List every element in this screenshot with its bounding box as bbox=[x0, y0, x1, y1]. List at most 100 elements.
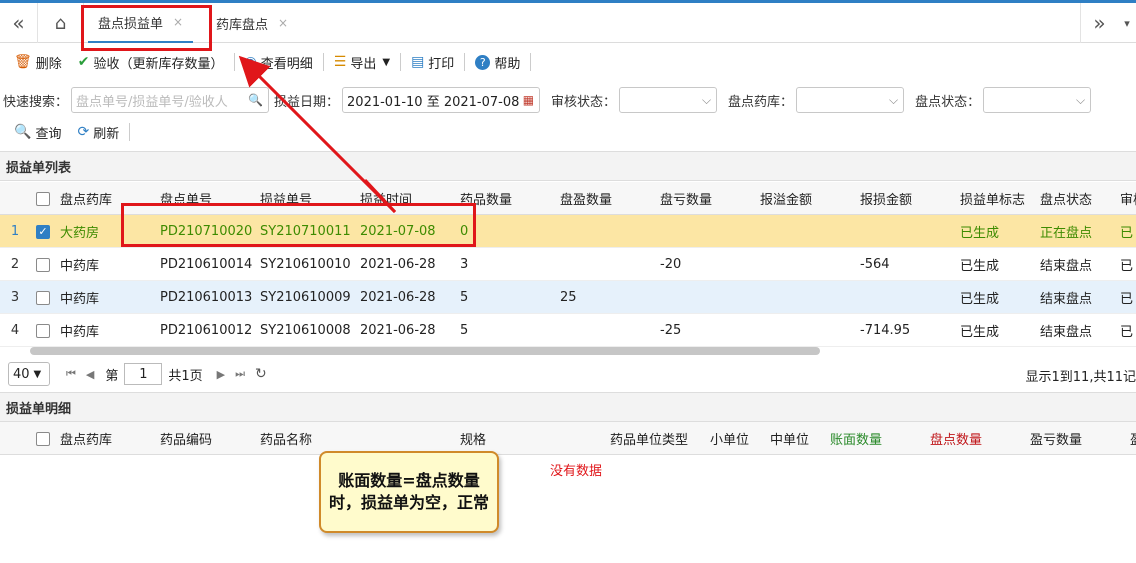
col-header[interactable]: 盘点数量 bbox=[930, 422, 982, 455]
table-row[interactable]: 3 中药库 PD210610013 SY210610009 2021-06-28… bbox=[0, 281, 1136, 314]
cell: 已 bbox=[1120, 259, 1134, 274]
horizontal-scrollbar[interactable] bbox=[30, 347, 820, 355]
cell: 2021-06-28 bbox=[360, 323, 436, 338]
col-header[interactable]: 药品名称 bbox=[260, 422, 312, 455]
close-icon[interactable]: × bbox=[278, 16, 288, 30]
delete-label: 删除 bbox=[35, 56, 62, 72]
annotation-highlight-row bbox=[121, 203, 476, 247]
printer-icon: ▤ bbox=[411, 54, 425, 70]
view-detail-button[interactable]: ◉ 查看明细 bbox=[237, 49, 321, 75]
calendar-icon: ▦ bbox=[522, 93, 535, 107]
select-all-checkbox[interactable] bbox=[36, 182, 54, 215]
pharmacy-select[interactable]: ⌵ bbox=[796, 87, 905, 113]
col-header[interactable]: 中单位 bbox=[770, 422, 809, 455]
table-row[interactable]: 2 中药库 PD210610014 SY210610010 2021-06-28… bbox=[0, 248, 1136, 281]
col-header[interactable]: 小单位 bbox=[710, 422, 749, 455]
col-header[interactable]: 报溢金额 bbox=[760, 182, 812, 215]
reload-icon[interactable]: ↻ bbox=[255, 366, 267, 382]
col-header[interactable]: 盘亏数量 bbox=[660, 182, 712, 215]
chevron-down-icon: ▼ bbox=[33, 368, 42, 380]
tab-warehouse-inventory[interactable]: 药库盘点 × bbox=[206, 3, 298, 43]
search-actions: 🔍 查询 ⟳ 刷新 bbox=[0, 118, 132, 146]
annotation-highlight-tab bbox=[81, 5, 212, 51]
help-button[interactable]: ? 帮助 bbox=[467, 49, 528, 75]
page-summary: 显示1到11,共11记 bbox=[1025, 370, 1136, 385]
cell: -714.95 bbox=[860, 323, 911, 338]
divider bbox=[322, 53, 324, 71]
verify-button[interactable]: ✔ 验收（更新库存数量） bbox=[70, 49, 232, 75]
quick-search-input[interactable]: 盘点单号/损益单号/验收人 🔍 bbox=[71, 87, 270, 113]
last-page-icon[interactable]: ⏭ bbox=[235, 367, 245, 381]
col-header[interactable]: 报损金额 bbox=[860, 182, 912, 215]
table-row[interactable]: 4 中药库 PD210610012 SY210610008 2021-06-28… bbox=[0, 314, 1136, 347]
help-label: 帮助 bbox=[494, 56, 521, 72]
col-header[interactable]: 药品编码 bbox=[160, 422, 212, 455]
row-number: 3 bbox=[10, 290, 20, 305]
tab-label: 药库盘点 bbox=[216, 17, 269, 33]
first-page-icon[interactable]: ⏮ bbox=[66, 367, 76, 381]
page-size-select[interactable]: 40 ▼ bbox=[8, 362, 50, 386]
magnifier-icon: 🔍 bbox=[14, 124, 32, 140]
cell: -564 bbox=[860, 257, 890, 272]
page-prefix: 第 bbox=[105, 368, 119, 384]
col-header[interactable]: 盘点药库 bbox=[60, 182, 112, 215]
home-icon[interactable]: ⌂ bbox=[38, 3, 84, 43]
inventory-status-label: 盘点状态： bbox=[915, 94, 981, 110]
verify-label: 验收（更新库存数量） bbox=[93, 56, 224, 72]
prev-page-icon[interactable]: ◀ bbox=[86, 368, 94, 381]
chevron-down-icon: ⌵ bbox=[888, 92, 899, 107]
cell: 已生成 bbox=[960, 226, 1000, 241]
chevron-down-icon[interactable]: ▾ bbox=[1118, 3, 1136, 43]
export-button[interactable]: ☰ 导出 ▼ bbox=[326, 49, 398, 75]
scroll-left-icon[interactable]: « bbox=[0, 3, 38, 43]
next-page-icon[interactable]: ▶ bbox=[217, 368, 225, 381]
page-size-value: 40 bbox=[13, 366, 30, 382]
col-header[interactable]: 盘点状态 bbox=[1040, 182, 1092, 215]
row-checkbox[interactable] bbox=[36, 314, 50, 347]
cell: 已 bbox=[1120, 292, 1134, 307]
print-button[interactable]: ▤ 打印 bbox=[403, 49, 462, 75]
query-label: 查询 bbox=[35, 126, 62, 142]
date-range-input[interactable]: 2021-01-10 至 2021-07-08 ▦ bbox=[342, 87, 541, 113]
cell: 2021-06-28 bbox=[360, 290, 436, 305]
select-all-checkbox[interactable] bbox=[36, 422, 50, 455]
refresh-icon: ⟳ bbox=[77, 124, 90, 140]
col-header[interactable]: 损益单标志 bbox=[960, 182, 1025, 215]
row-checkbox[interactable] bbox=[36, 281, 50, 314]
col-header[interactable]: 账面数量 bbox=[830, 422, 882, 455]
cell: SY210610009 bbox=[260, 290, 351, 305]
col-header[interactable]: 盘点药库 bbox=[60, 422, 112, 455]
cell: 已生成 bbox=[960, 292, 1000, 307]
col-header[interactable]: 盘盈数量 bbox=[560, 182, 612, 215]
query-button[interactable]: 🔍 查询 bbox=[6, 119, 69, 145]
pharmacy-label: 盘点药库： bbox=[728, 94, 794, 110]
cell: 已 bbox=[1120, 226, 1134, 241]
row-checkbox[interactable] bbox=[36, 248, 50, 281]
cell: SY210610008 bbox=[260, 323, 351, 338]
row-number: 2 bbox=[10, 257, 20, 272]
col-header[interactable]: 审核 bbox=[1120, 182, 1136, 215]
refresh-label: 刷新 bbox=[93, 126, 120, 142]
date-label: 损益日期： bbox=[274, 94, 340, 110]
inventory-status-select[interactable]: ⌵ bbox=[983, 87, 1092, 113]
cell: 中药库 bbox=[60, 259, 100, 274]
col-header[interactable]: 药品单位类型 bbox=[610, 422, 688, 455]
row-checkbox[interactable]: ✓ bbox=[36, 215, 50, 248]
date-range-value: 2021-01-10 至 2021-07-08 bbox=[347, 94, 520, 110]
eye-icon: ◉ bbox=[244, 54, 257, 70]
col-header[interactable]: 盈亏数量 bbox=[1030, 422, 1082, 455]
scroll-right-icon[interactable]: » bbox=[1080, 3, 1118, 43]
help-icon: ? bbox=[475, 54, 491, 70]
detail-panel-title: 损益单明细 bbox=[0, 392, 1136, 422]
delete-button[interactable]: 🗑 删除 bbox=[6, 49, 70, 75]
col-header[interactable]: 盈 bbox=[1130, 422, 1136, 455]
divider bbox=[400, 53, 402, 71]
audit-status-select[interactable]: ⌵ bbox=[619, 87, 718, 113]
cell: PD210610012 bbox=[160, 323, 253, 338]
cell: 已生成 bbox=[960, 325, 1000, 340]
no-data-message: 没有数据 bbox=[550, 464, 603, 479]
refresh-button[interactable]: ⟳ 刷新 bbox=[69, 119, 127, 145]
chevron-down-icon: ⌵ bbox=[1075, 92, 1086, 107]
page-number-input[interactable]: 1 bbox=[124, 363, 163, 385]
cell: PD210610014 bbox=[160, 257, 253, 272]
